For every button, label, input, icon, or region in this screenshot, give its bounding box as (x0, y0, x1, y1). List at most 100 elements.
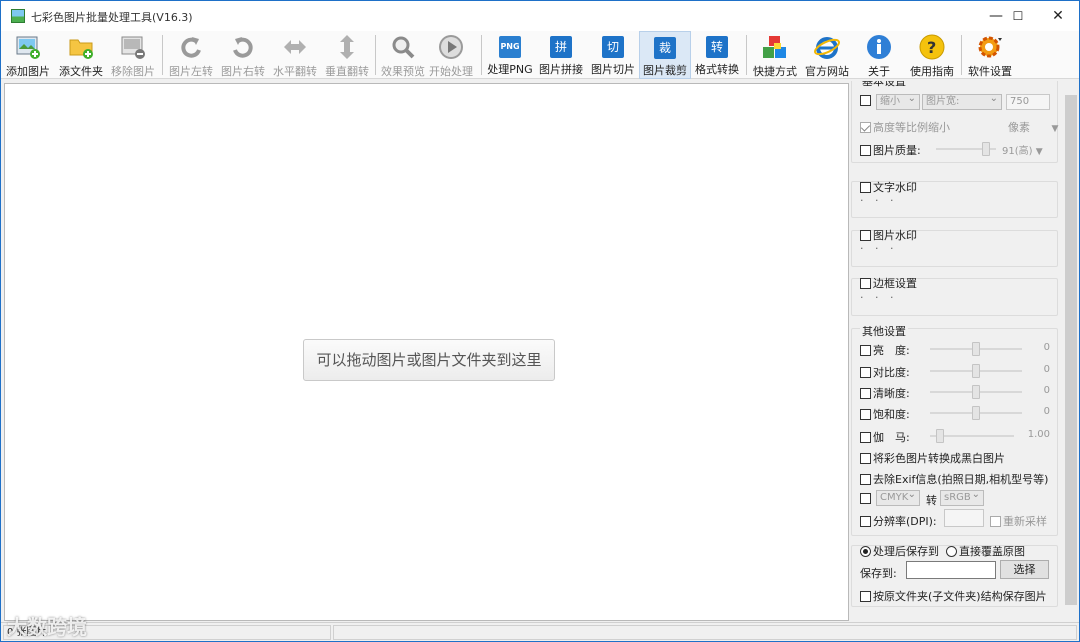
settings-button[interactable]: 软件设置 (965, 31, 1015, 79)
color-from-dropdown[interactable]: CMYK (876, 488, 920, 506)
gamma-value: 1.00 (1027, 429, 1050, 440)
saturation-slider[interactable] (930, 406, 1022, 420)
border-group: 边框设置 · · · (851, 275, 1058, 316)
sharpness-checkbox[interactable] (860, 387, 871, 399)
panel-scrollbar[interactable] (1063, 81, 1079, 621)
text-watermark-more[interactable]: · · · (860, 194, 897, 207)
dpi-checkbox[interactable] (860, 515, 871, 527)
border-row[interactable]: 边框设置 (860, 275, 917, 291)
add-folder-button[interactable]: 添文件夹 (57, 31, 105, 79)
svg-text:?: ? (927, 38, 936, 57)
save-path-input[interactable] (906, 561, 996, 579)
gamma-row[interactable]: 伽 马: (860, 429, 910, 445)
rotate-left-label: 图片左转 (169, 65, 213, 78)
contrast-slider[interactable] (930, 364, 1022, 378)
resize-mode-dropdown[interactable]: 缩小 (876, 92, 920, 110)
width-input[interactable]: 750 (1006, 94, 1050, 110)
grayscale-row[interactable]: 将彩色图片转换成黑白图片 (860, 450, 1005, 466)
resize-checkbox[interactable] (860, 94, 871, 106)
color-to-dropdown[interactable]: sRGB (940, 488, 984, 506)
text-watermark-row[interactable]: 文字水印 (860, 179, 917, 195)
rotate-right-icon (230, 34, 256, 60)
grayscale-checkbox[interactable] (860, 452, 871, 464)
overwrite-label: 直接覆盖原图 (959, 545, 1025, 558)
gamma-slider[interactable] (930, 429, 1014, 443)
image-drop-area[interactable]: 可以拖动图片或图片文件夹到这里 (4, 83, 849, 621)
convert-button[interactable]: 转 格式转换 (693, 31, 741, 79)
flip-vertical-icon (334, 34, 360, 60)
image-watermark-row[interactable]: 图片水印 (860, 227, 917, 243)
close-button[interactable]: ✕ (1035, 1, 1080, 31)
image-watermark-checkbox[interactable] (860, 229, 871, 241)
gamma-slider-thumb[interactable] (936, 429, 944, 443)
keep-ratio-row[interactable]: 高度等比例缩小 (860, 119, 950, 135)
saturation-label: 饱和度: (873, 408, 910, 421)
dpi-input[interactable] (944, 509, 984, 527)
keep-ratio-checkbox[interactable] (860, 121, 871, 133)
sharpness-row[interactable]: 清晰度: (860, 385, 910, 401)
quality-slider-thumb[interactable] (982, 142, 990, 156)
save-after-radio[interactable] (860, 545, 871, 557)
sharpness-slider[interactable] (930, 385, 1022, 399)
remove-image-label: 移除图片 (111, 65, 155, 78)
slice-button[interactable]: 切 图片切片 (589, 31, 637, 79)
color-convert-row[interactable] (860, 492, 873, 505)
quality-slider[interactable] (936, 142, 996, 156)
shortcut-button[interactable]: 快捷方式 (751, 31, 799, 79)
about-button[interactable]: 关于 (855, 31, 903, 79)
sharpness-slider-thumb[interactable] (972, 385, 980, 399)
remove-exif-checkbox[interactable] (860, 473, 871, 485)
color-convert-checkbox[interactable] (860, 492, 871, 504)
border-checkbox[interactable] (860, 277, 871, 289)
add-image-button[interactable]: 添加图片 (5, 31, 51, 79)
resample-checkbox[interactable] (990, 515, 1001, 527)
contrast-row[interactable]: 对比度: (860, 364, 910, 380)
quality-row[interactable]: 图片质量: (860, 142, 921, 158)
overwrite-option[interactable]: 直接覆盖原图 (946, 543, 1025, 559)
save-after-option[interactable]: 处理后保存到 (860, 543, 939, 559)
gamma-checkbox[interactable] (860, 431, 871, 443)
text-watermark-checkbox[interactable] (860, 181, 871, 193)
process-png-button[interactable]: PNG 处理PNG (487, 31, 533, 79)
unit-label: 像素 (1008, 121, 1030, 134)
stitch-button[interactable]: 拼 图片拼接 (537, 31, 585, 79)
contrast-label: 对比度: (873, 366, 910, 379)
brightness-slider-thumb[interactable] (972, 342, 980, 356)
guide-button[interactable]: ? 使用指南 (907, 31, 957, 79)
rotate-right-button[interactable]: 图片右转 (219, 31, 267, 79)
start-button[interactable]: 开始处理 (427, 31, 475, 79)
image-watermark-more[interactable]: · · · (860, 242, 897, 255)
flip-vertical-button[interactable]: 垂直翻转 (323, 31, 371, 79)
choose-folder-button[interactable]: 选择 (1000, 560, 1049, 579)
crop-button[interactable]: 裁 图片裁剪 (639, 31, 691, 79)
toolbar-separator (746, 35, 747, 75)
contrast-checkbox[interactable] (860, 366, 871, 378)
resample-row[interactable]: 重新采样 (990, 513, 1047, 529)
remove-image-button[interactable]: 移除图片 (109, 31, 157, 79)
flip-horizontal-button[interactable]: 水平翻转 (271, 31, 319, 79)
saturation-checkbox[interactable] (860, 408, 871, 420)
keep-structure-row[interactable]: 按原文件夹(子文件夹)结构保存图片 (860, 588, 1047, 604)
unit-select[interactable]: 像素 ▼ (1008, 119, 1058, 135)
remove-exif-row[interactable]: 去除Exif信息(拍照日期,相机型号等) (860, 471, 1048, 487)
brightness-checkbox[interactable] (860, 344, 871, 356)
save-to-label: 保存到: (860, 567, 897, 580)
resize-by-dropdown[interactable]: 图片宽: (922, 92, 1002, 110)
preview-button[interactable]: 效果预览 (379, 31, 427, 79)
brightness-row[interactable]: 亮 度: (860, 342, 910, 358)
border-more[interactable]: · · · (860, 291, 897, 304)
dpi-row[interactable]: 分辨率(DPI): (860, 513, 937, 529)
website-button[interactable]: 官方网站 (803, 31, 851, 79)
about-label: 关于 (868, 65, 890, 78)
saturation-row[interactable]: 饱和度: (860, 406, 910, 422)
contrast-slider-thumb[interactable] (972, 364, 980, 378)
rotate-left-button[interactable]: 图片左转 (167, 31, 215, 79)
keep-structure-checkbox[interactable] (860, 590, 871, 602)
status-message (333, 625, 1077, 640)
saturation-slider-thumb[interactable] (972, 406, 980, 420)
scrollbar-thumb[interactable] (1065, 95, 1077, 605)
quality-checkbox[interactable] (860, 144, 871, 156)
drop-hint-button[interactable]: 可以拖动图片或图片文件夹到这里 (303, 339, 555, 381)
brightness-slider[interactable] (930, 342, 1022, 356)
overwrite-radio[interactable] (946, 545, 957, 557)
